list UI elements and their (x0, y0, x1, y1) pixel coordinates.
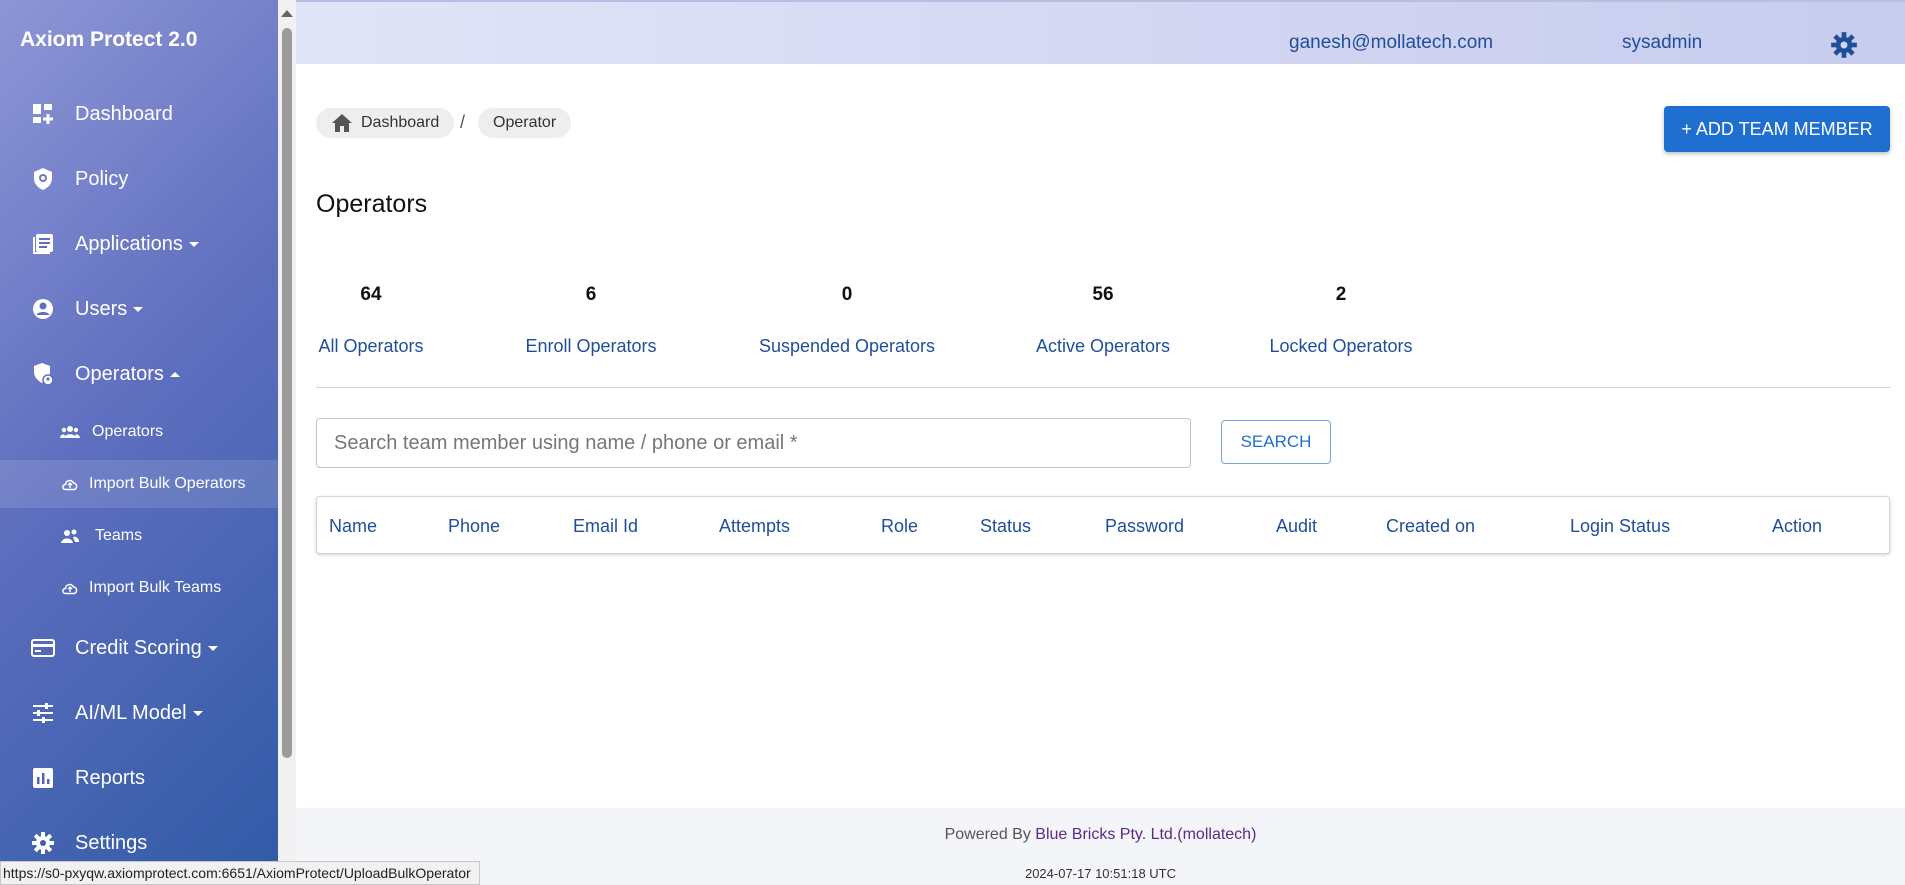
app-brand: Axiom Protect 2.0 (20, 28, 198, 51)
chevron-down-icon (188, 241, 199, 247)
operators-table-header: Name Phone Email Id Attempts Role Status… (316, 496, 1890, 554)
chevron-down-icon (133, 306, 144, 312)
sidebar-subitem-operators[interactable]: Operators (0, 408, 278, 456)
search-input[interactable] (316, 418, 1191, 468)
stat-count: 6 (585, 284, 597, 305)
applications-icon (30, 231, 56, 257)
main-content: ganesh@mollatech.com sysadmin Dashboard … (296, 0, 1905, 885)
sidebar-subitem-label: Operators (92, 423, 164, 440)
breadcrumb-home-label: Dashboard (361, 114, 440, 131)
sidebar-item-label: AI/ML Model (75, 702, 203, 725)
chevron-down-icon (207, 645, 218, 651)
column-header-password[interactable]: Password (1105, 516, 1184, 537)
breadcrumb-separator: / (460, 112, 466, 132)
sidebar-subitem-teams[interactable]: Teams (0, 512, 278, 560)
gear-icon (30, 830, 56, 856)
column-header-attempts[interactable]: Attempts (719, 516, 790, 537)
column-header-phone[interactable]: Phone (448, 516, 500, 537)
sidebar-item-aiml-model[interactable]: AI/ML Model (0, 688, 278, 738)
stat-label: Active Operators (1035, 336, 1171, 356)
column-header-email-id[interactable]: Email Id (573, 516, 638, 537)
chevron-up-icon (169, 371, 180, 377)
sidebar-item-applications[interactable]: Applications (0, 219, 278, 269)
cloud-upload-icon (60, 474, 80, 494)
footer-timestamp: 2024-07-17 10:51:18 UTC (1024, 866, 1177, 881)
sidebar-item-reports[interactable]: Reports (0, 753, 278, 803)
sidebar-subitem-label: Import Bulk Teams (89, 579, 222, 596)
footer-company-link[interactable]: Blue Bricks Pty. Ltd.(mollatech) (1035, 826, 1256, 843)
search-button[interactable]: SEARCH (1221, 420, 1331, 464)
sidebar-item-policy[interactable]: Policy (0, 154, 278, 204)
stat-label: Suspended Operators (758, 336, 936, 356)
stat-all-operators[interactable]: 64 All Operators (316, 284, 426, 357)
sidebar-item-label: Credit Scoring (75, 637, 218, 660)
stat-enroll-operators[interactable]: 6 Enroll Operators (524, 284, 658, 357)
sidebar: Axiom Protect 2.0 Dashboard Policy Appli… (0, 0, 278, 885)
dashboard-icon (30, 101, 56, 127)
stat-count: 64 (360, 284, 382, 305)
sidebar-subitem-label: Teams (95, 527, 143, 544)
column-header-audit[interactable]: Audit (1276, 516, 1317, 537)
browser-status-url: https://s0-pxyqw.axiomprotect.com:6651/A… (0, 861, 480, 885)
column-header-action[interactable]: Action (1772, 516, 1822, 537)
home-icon (331, 113, 353, 133)
chevron-down-icon (192, 710, 203, 716)
sidebar-item-label: Settings (75, 831, 148, 854)
operator-shield-icon (30, 361, 56, 387)
user-role[interactable]: sysadmin (1622, 32, 1702, 54)
stat-label: All Operators (318, 336, 424, 356)
column-header-created-on[interactable]: Created on (1386, 516, 1475, 537)
breadcrumb-home[interactable]: Dashboard (316, 108, 455, 138)
sidebar-subitem-import-bulk-operators[interactable]: Import Bulk Operators (0, 460, 278, 508)
sidebar-subitem-label: Import Bulk Operators (89, 475, 246, 492)
user-circle-icon (30, 296, 56, 322)
group-icon (60, 422, 80, 442)
team-icon (60, 526, 80, 546)
sidebar-item-operators[interactable]: Operators (0, 349, 278, 399)
sidebar-item-users[interactable]: Users (0, 284, 278, 334)
stat-count: 56 (1092, 284, 1114, 305)
credit-card-icon (30, 635, 56, 661)
footer: Powered By Blue Bricks Pty. Ltd.(mollate… (296, 808, 1905, 885)
sidebar-item-label: Applications (75, 233, 199, 256)
stat-active-operators[interactable]: 56 Active Operators (1034, 284, 1172, 357)
stat-count: 0 (841, 284, 853, 305)
tune-sliders-icon (30, 700, 56, 726)
breadcrumb-current-label: Operator (493, 114, 557, 131)
footer-powered-by: Powered By Blue Bricks Pty. Ltd.(mollate… (944, 826, 1257, 843)
sidebar-item-label: Reports (75, 766, 146, 789)
stat-locked-operators[interactable]: 2 Locked Operators (1269, 284, 1413, 357)
divider (316, 387, 1890, 388)
column-header-status[interactable]: Status (980, 516, 1031, 537)
bar-chart-icon (30, 765, 56, 791)
sidebar-scrollbar-thumb[interactable] (282, 28, 292, 758)
sidebar-item-credit-scoring[interactable]: Credit Scoring (0, 623, 278, 673)
column-header-name[interactable]: Name (329, 516, 377, 537)
stat-suspended-operators[interactable]: 0 Suspended Operators (757, 284, 937, 357)
top-bar: ganesh@mollatech.com sysadmin (296, 0, 1905, 64)
sidebar-item-label: Dashboard (75, 102, 173, 125)
sidebar-item-label: Operators (75, 363, 180, 386)
stat-count: 2 (1335, 284, 1347, 305)
sidebar-subitem-import-bulk-teams[interactable]: Import Bulk Teams (0, 564, 278, 612)
policy-shield-icon (30, 166, 56, 192)
sidebar-item-label: Users (75, 298, 144, 321)
gear-icon[interactable] (1830, 31, 1858, 59)
user-email[interactable]: ganesh@mollatech.com (1289, 32, 1493, 54)
column-header-role[interactable]: Role (881, 516, 918, 537)
cloud-upload-icon (60, 578, 80, 598)
page-title: Operators (316, 190, 428, 218)
column-header-login-status[interactable]: Login Status (1570, 516, 1670, 537)
stat-label: Enroll Operators (525, 336, 657, 356)
sidebar-item-label: Policy (75, 167, 129, 190)
breadcrumb-current[interactable]: Operator (478, 108, 572, 138)
stat-label: Locked Operators (1269, 336, 1413, 356)
add-team-member-button[interactable]: + ADD TEAM MEMBER (1664, 106, 1890, 152)
scroll-up-arrow-icon[interactable] (281, 10, 293, 17)
sidebar-item-dashboard[interactable]: Dashboard (0, 89, 278, 139)
